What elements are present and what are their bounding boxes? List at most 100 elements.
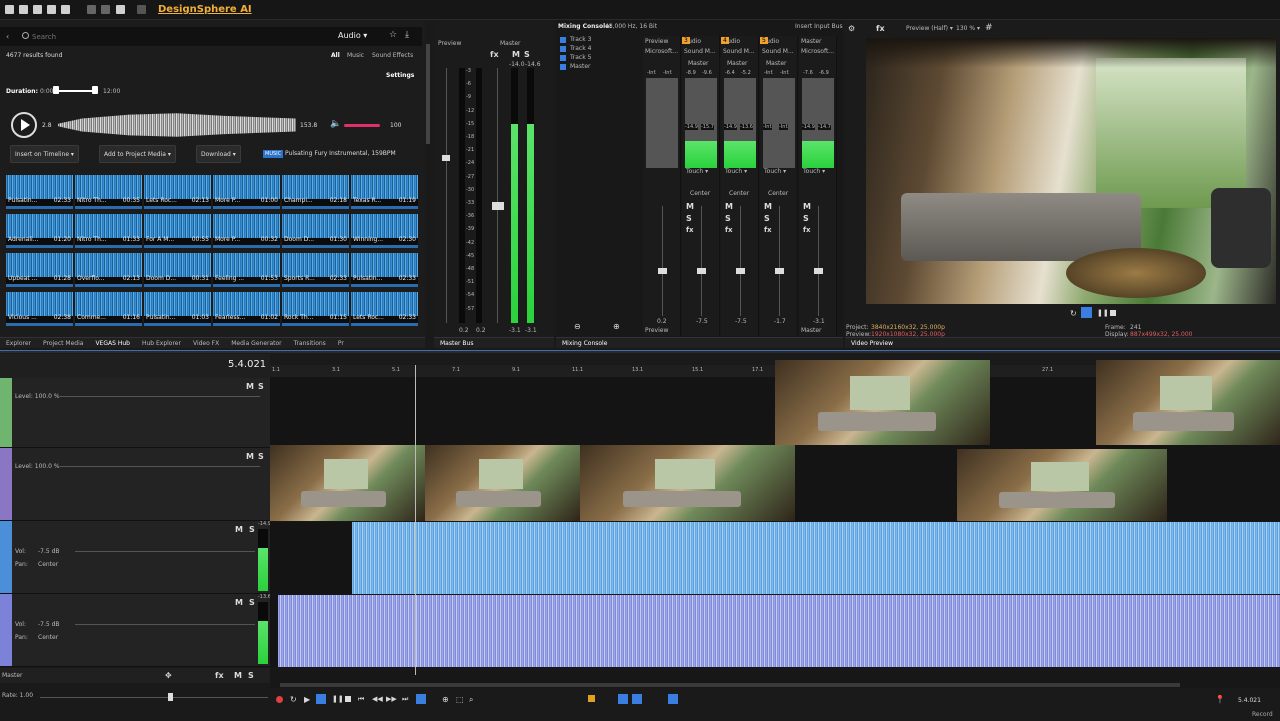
preview-pause-icon[interactable]: ❚❚ (1097, 309, 1109, 317)
master-solo-button[interactable]: S (248, 671, 254, 680)
strip-mute[interactable]: M (764, 202, 772, 211)
master-fx-icon[interactable]: fx (215, 671, 224, 680)
track-list-item[interactable]: Master (560, 63, 640, 72)
tab-master-bus[interactable]: Master Bus (434, 338, 479, 349)
next-icon[interactable]: ⏭ (402, 695, 408, 704)
track-solo[interactable]: S (249, 525, 255, 534)
marker-pin-icon[interactable]: 📍 (1215, 695, 1225, 704)
preview-zoom[interactable]: 130 % ▾ (956, 25, 980, 32)
result-tile[interactable]: Rock Th... 01:15 (282, 292, 349, 326)
track-mute[interactable]: M (246, 382, 254, 391)
auto-ripple-icon[interactable] (632, 694, 642, 704)
result-tile[interactable]: Sports R... 02:33 (282, 253, 349, 287)
master-fader[interactable] (492, 202, 504, 210)
result-tile[interactable]: Doom D... 00:31 (144, 253, 211, 287)
result-tile[interactable]: More P... 00:32 (213, 214, 280, 248)
video-clip[interactable] (1096, 360, 1280, 447)
result-tile[interactable]: Texas R... 01:19 (351, 175, 418, 209)
panel-splitter[interactable] (0, 350, 1280, 353)
back-icon[interactable]: ‹ (6, 32, 9, 41)
tab-transitions[interactable]: Transitions (288, 338, 332, 349)
audio-clip[interactable] (278, 595, 1280, 667)
zoom-tool-icon[interactable]: ⊕ (442, 695, 449, 704)
selection-tool-icon[interactable]: ⬚ (456, 695, 464, 704)
strip-fx[interactable]: fx (803, 226, 811, 234)
strip-mute[interactable]: M (686, 202, 694, 211)
grid-icon[interactable]: # (985, 23, 993, 33)
track-checkbox[interactable] (560, 64, 566, 70)
lock-envelopes-icon[interactable] (668, 694, 678, 704)
result-tile[interactable]: For A M... 00:55 (144, 214, 211, 248)
audio-clip[interactable] (352, 522, 1280, 594)
track-mute[interactable]: M (246, 452, 254, 461)
video-clip[interactable] (425, 445, 580, 521)
strip-automation-mode[interactable]: Touch ▾ (764, 168, 786, 175)
forward-icon[interactable]: ▶▶ (386, 695, 397, 703)
strip-automation-mode[interactable]: Touch ▾ (686, 168, 708, 175)
preview-settings-icon[interactable]: ⚙ (848, 24, 855, 33)
cut-icon[interactable] (87, 5, 96, 14)
strip-fader[interactable] (814, 268, 823, 274)
duration-handle-max[interactable] (92, 86, 98, 94)
timeline-scrollbar[interactable] (280, 683, 1180, 687)
preview-fader[interactable] (442, 155, 450, 161)
track-vol-slider[interactable] (75, 551, 255, 552)
prev-icon[interactable]: ⏮ (358, 695, 364, 704)
strip-fx[interactable]: fx (725, 226, 733, 234)
tab-vegas-hub[interactable]: VEGAS Hub (89, 338, 136, 349)
track-checkbox[interactable] (560, 46, 566, 52)
strip-solo[interactable]: S (725, 214, 731, 223)
track-checkbox[interactable] (560, 55, 566, 61)
preview-mode[interactable]: Preview (Half) ▾ (906, 25, 953, 32)
duration-slider[interactable] (55, 90, 97, 92)
track-list-item[interactable]: Track 5 (560, 54, 640, 63)
preview-stop-icon[interactable] (1110, 310, 1116, 316)
strip-pan[interactable]: Center (729, 190, 749, 197)
video-fx-icon[interactable]: fx (876, 24, 885, 33)
playhead[interactable] (415, 365, 416, 675)
preview-play-button[interactable] (1081, 307, 1092, 318)
settings-icon[interactable] (61, 5, 70, 14)
download-button[interactable]: Download ▾ (196, 145, 241, 163)
result-tile[interactable]: Pulsatin... 02:33 (6, 175, 73, 209)
add-to-project-media-button[interactable]: Add to Project Media ▾ (99, 145, 176, 163)
strip-fader[interactable] (736, 268, 745, 274)
result-tile[interactable]: Doom D... 01:30 (282, 214, 349, 248)
result-tile[interactable]: Pulsatin... 02:33 (351, 253, 418, 287)
loop-playback-icon[interactable]: ↻ (290, 695, 297, 704)
snap-icon[interactable] (618, 694, 628, 704)
strip-fx[interactable]: fx (764, 226, 772, 234)
track-vol-slider[interactable] (75, 624, 255, 625)
undo-icon[interactable] (116, 5, 125, 14)
result-tile[interactable]: Champi... 02:18 (282, 175, 349, 209)
track-solo[interactable]: S (258, 452, 264, 461)
track-solo[interactable]: S (249, 598, 255, 607)
track-color-strip[interactable] (0, 378, 12, 447)
filter-all[interactable]: All (331, 52, 340, 59)
video-clip[interactable] (775, 360, 990, 447)
app-brand[interactable]: DesignSphere AI (158, 4, 252, 15)
play-from-start-icon[interactable]: ▶ (304, 695, 310, 704)
favorite-icon[interactable]: ☆ (389, 30, 397, 40)
fx-button[interactable]: fx (490, 50, 499, 59)
copy-icon[interactable] (101, 5, 110, 14)
track-level-slider[interactable] (60, 466, 260, 467)
insert-on-timeline-button[interactable]: Insert on Timeline ▾ (10, 145, 79, 163)
strip-solo[interactable]: S (686, 214, 692, 223)
render-icon[interactable] (47, 5, 56, 14)
search-icon[interactable]: ⌕ (469, 695, 473, 705)
tab-video-fx[interactable]: Video FX (187, 338, 225, 349)
save-icon[interactable] (33, 5, 42, 14)
result-tile[interactable]: Comme... 01:16 (75, 292, 142, 326)
rate-handle[interactable] (168, 693, 173, 701)
track-color-strip[interactable] (0, 448, 12, 520)
strip-mute[interactable]: M (803, 202, 811, 211)
strip-solo[interactable]: S (803, 214, 809, 223)
category-dropdown[interactable]: Audio ▾ (338, 31, 367, 40)
marker-icon[interactable] (588, 695, 595, 702)
result-tile[interactable]: Fearless... 01:02 (213, 292, 280, 326)
result-tile[interactable]: Nitro Th... 00:35 (75, 175, 142, 209)
download-icon[interactable]: ⤓ (405, 30, 409, 40)
pause-icon[interactable]: ❚❚ (332, 695, 344, 703)
result-tile[interactable]: Pulsatin... 01:03 (144, 292, 211, 326)
